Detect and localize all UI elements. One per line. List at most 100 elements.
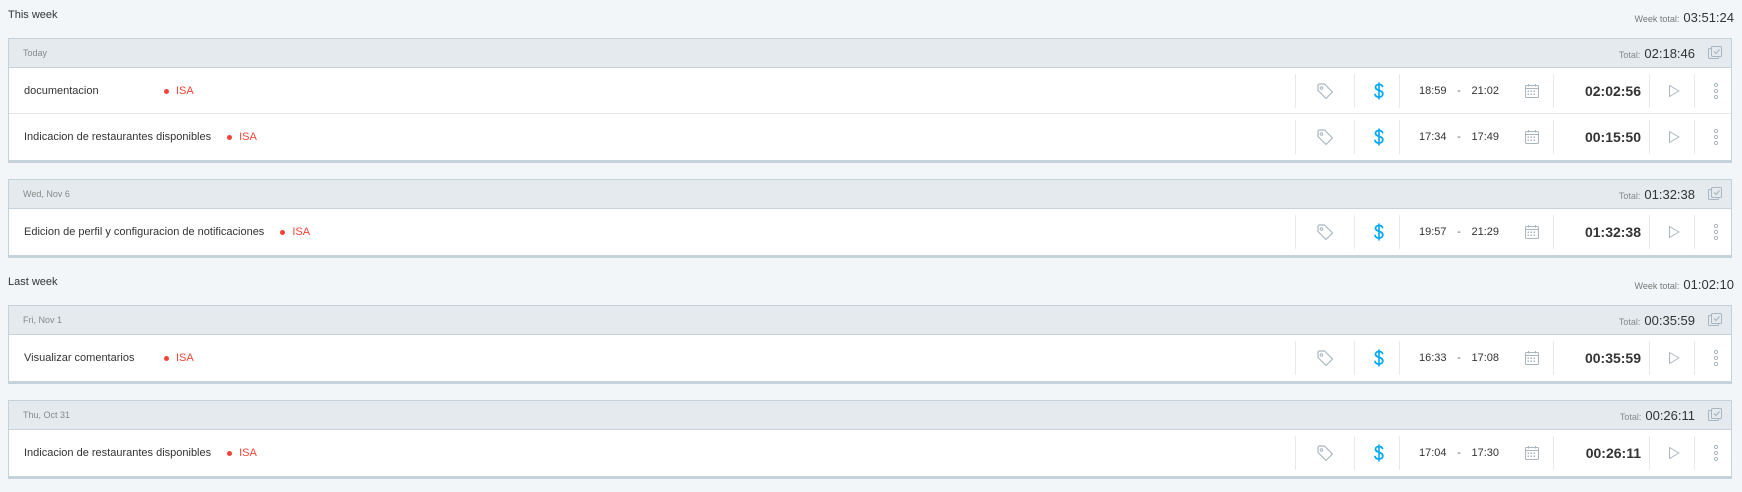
calendar-icon[interactable] bbox=[1517, 114, 1547, 160]
time-entry-row[interactable]: Indicacion de restaurantes disponibles I… bbox=[9, 114, 1731, 160]
tag-icon[interactable] bbox=[1305, 209, 1345, 255]
time-separator: - bbox=[1457, 352, 1461, 364]
entry-duration[interactable]: 00:26:11 bbox=[1557, 430, 1641, 476]
day-total-label: Total: bbox=[1619, 412, 1642, 422]
entry-project[interactable]: ISA bbox=[280, 226, 310, 238]
entry-description-wrap: Indicacion de restaurantes disponibles I… bbox=[24, 430, 257, 476]
start-time[interactable]: 17:34 bbox=[1419, 131, 1447, 143]
dollar-icon[interactable] bbox=[1364, 335, 1394, 381]
entry-description[interactable]: Indicacion de restaurantes disponibles bbox=[24, 131, 211, 143]
day-header: Thu, Oct 31 Total: 00:26:11 bbox=[9, 401, 1731, 430]
end-time[interactable]: 21:02 bbox=[1471, 85, 1499, 97]
time-entry-row[interactable]: Edicion de perfil y configuracion de not… bbox=[9, 209, 1731, 255]
entry-project[interactable]: ISA bbox=[227, 447, 257, 459]
more-vertical-icon[interactable] bbox=[1704, 209, 1728, 255]
calendar-icon[interactable] bbox=[1517, 209, 1547, 255]
time-entry-row[interactable]: Visualizar comentarios ISA 16:33-17:08 0… bbox=[9, 335, 1731, 381]
week-header: This week Week total: 03:51:24 bbox=[8, 0, 1734, 28]
end-time[interactable]: 17:49 bbox=[1471, 131, 1499, 143]
play-icon[interactable] bbox=[1659, 68, 1689, 114]
dollar-icon[interactable] bbox=[1364, 114, 1394, 160]
entry-description[interactable]: documentacion bbox=[24, 85, 164, 97]
divider bbox=[1649, 436, 1650, 470]
project-dot-icon bbox=[227, 450, 233, 456]
project-dot-icon bbox=[164, 355, 169, 361]
dollar-icon[interactable] bbox=[1364, 430, 1394, 476]
bulk-edit-icon[interactable] bbox=[1707, 407, 1723, 423]
more-vertical-icon[interactable] bbox=[1704, 68, 1728, 114]
entry-project[interactable]: ISA bbox=[164, 85, 194, 97]
start-time[interactable]: 18:59 bbox=[1419, 85, 1447, 97]
time-range[interactable]: 19:57-21:29 bbox=[1409, 209, 1509, 255]
more-vertical-icon[interactable] bbox=[1704, 335, 1728, 381]
day-total-value: 02:18:46 bbox=[1644, 46, 1695, 61]
entry-duration[interactable]: 00:15:50 bbox=[1557, 114, 1641, 160]
entry-project[interactable]: ISA bbox=[164, 352, 194, 364]
time-range[interactable]: 17:34-17:49 bbox=[1409, 114, 1509, 160]
project-name: ISA bbox=[176, 352, 194, 364]
play-icon[interactable] bbox=[1659, 335, 1689, 381]
time-separator: - bbox=[1457, 85, 1461, 97]
play-icon[interactable] bbox=[1659, 209, 1689, 255]
dollar-icon[interactable] bbox=[1364, 68, 1394, 114]
end-time[interactable]: 17:08 bbox=[1471, 352, 1499, 364]
divider bbox=[1694, 215, 1695, 249]
divider bbox=[1553, 436, 1554, 470]
bulk-edit-icon[interactable] bbox=[1707, 45, 1723, 61]
more-vertical-icon[interactable] bbox=[1704, 114, 1728, 160]
divider bbox=[1399, 74, 1400, 108]
divider bbox=[1354, 341, 1355, 375]
calendar-icon[interactable] bbox=[1517, 68, 1547, 114]
divider bbox=[1553, 74, 1554, 108]
divider bbox=[1694, 436, 1695, 470]
entry-duration[interactable]: 00:35:59 bbox=[1557, 335, 1641, 381]
play-icon[interactable] bbox=[1659, 114, 1689, 160]
divider bbox=[1553, 341, 1554, 375]
tag-icon[interactable] bbox=[1305, 335, 1345, 381]
tag-icon[interactable] bbox=[1305, 114, 1345, 160]
project-dot-icon bbox=[164, 88, 169, 94]
time-separator: - bbox=[1457, 226, 1461, 238]
divider bbox=[1553, 215, 1554, 249]
divider bbox=[1295, 215, 1296, 249]
entry-description[interactable]: Indicacion de restaurantes disponibles bbox=[24, 447, 211, 459]
time-entry-row[interactable]: Indicacion de restaurantes disponibles I… bbox=[9, 430, 1731, 476]
divider bbox=[1354, 215, 1355, 249]
more-vertical-icon[interactable] bbox=[1704, 430, 1728, 476]
bulk-edit-icon[interactable] bbox=[1707, 186, 1723, 202]
entry-duration[interactable]: 02:02:56 bbox=[1557, 68, 1641, 114]
entry-duration[interactable]: 01:32:38 bbox=[1557, 209, 1641, 255]
divider bbox=[1295, 120, 1296, 154]
end-time[interactable]: 17:30 bbox=[1471, 447, 1499, 459]
entry-description[interactable]: Visualizar comentarios bbox=[24, 352, 164, 364]
dollar-icon[interactable] bbox=[1364, 209, 1394, 255]
project-dot-icon bbox=[227, 134, 233, 140]
start-time[interactable]: 19:57 bbox=[1419, 226, 1447, 238]
divider bbox=[1399, 215, 1400, 249]
divider bbox=[1295, 436, 1296, 470]
time-range[interactable]: 16:33-17:08 bbox=[1409, 335, 1509, 381]
day-total-value: 01:32:38 bbox=[1644, 187, 1695, 202]
start-time[interactable]: 16:33 bbox=[1419, 352, 1447, 364]
divider bbox=[1649, 74, 1650, 108]
start-time[interactable]: 17:04 bbox=[1419, 447, 1447, 459]
entry-description[interactable]: Edicion de perfil y configuracion de not… bbox=[24, 226, 264, 238]
week-total-value: 01:02:10 bbox=[1683, 277, 1734, 292]
calendar-icon[interactable] bbox=[1517, 430, 1547, 476]
day-total-label: Total: bbox=[1618, 50, 1641, 60]
calendar-icon[interactable] bbox=[1517, 335, 1547, 381]
entry-description-wrap: Visualizar comentarios ISA bbox=[24, 335, 194, 381]
entry-project[interactable]: ISA bbox=[227, 131, 257, 143]
time-range[interactable]: 17:04-17:30 bbox=[1409, 430, 1509, 476]
end-time[interactable]: 21:29 bbox=[1471, 226, 1499, 238]
tag-icon[interactable] bbox=[1305, 68, 1345, 114]
day-header: Fri, Nov 1 Total: 00:35:59 bbox=[9, 306, 1731, 335]
project-name: ISA bbox=[239, 131, 257, 143]
day-label: Thu, Oct 31 bbox=[23, 410, 71, 420]
bulk-edit-icon[interactable] bbox=[1707, 312, 1723, 328]
play-icon[interactable] bbox=[1659, 430, 1689, 476]
time-entry-row[interactable]: documentacion ISA 18:59-21:02 02:02:56 bbox=[9, 68, 1731, 114]
entry-description-wrap: documentacion ISA bbox=[24, 68, 194, 114]
time-range[interactable]: 18:59-21:02 bbox=[1409, 68, 1509, 114]
tag-icon[interactable] bbox=[1305, 430, 1345, 476]
